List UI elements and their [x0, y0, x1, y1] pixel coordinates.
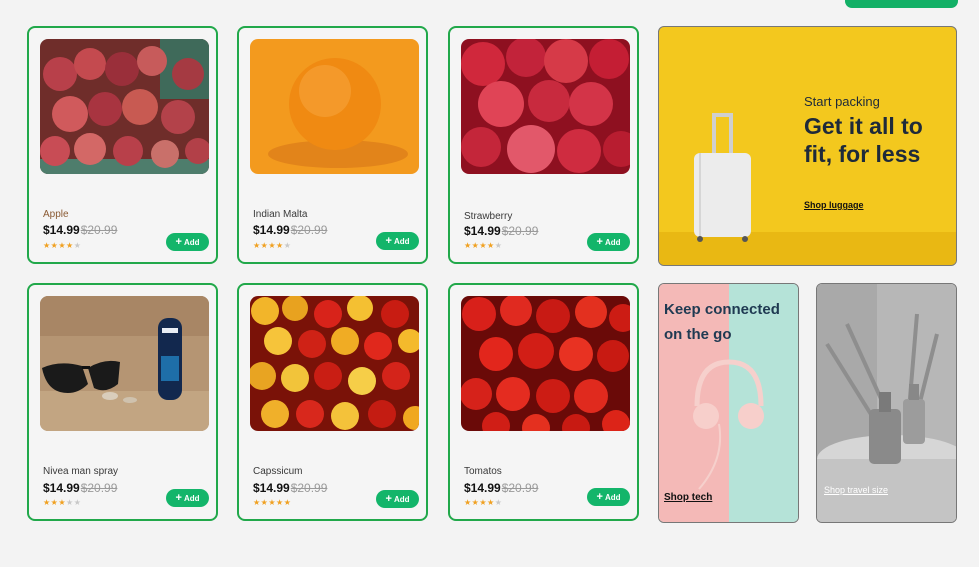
top-action-button[interactable] [845, 0, 958, 8]
plus-icon: + [385, 235, 392, 247]
plus-icon: + [596, 491, 603, 503]
product-price: $14.99$20.99 [43, 223, 118, 237]
add-to-cart-button[interactable]: + Add [376, 490, 419, 508]
product-name: Indian Malta [253, 209, 308, 220]
star-icon: ★★★ [43, 498, 67, 507]
shop-tech-link[interactable]: Shop tech [664, 492, 712, 503]
product-image-orange[interactable] [250, 39, 419, 174]
rating-stars: ★★★★★ [253, 241, 291, 250]
star-icon: ★ [494, 241, 503, 250]
promo-headline: Get it all to fit, for less [804, 113, 923, 167]
product-old-price: $20.99 [290, 481, 328, 495]
product-card[interactable]: Tomatos $14.99$20.99 ★★★★★ + Add [448, 283, 639, 521]
product-old-price: $20.99 [290, 223, 328, 237]
star-icon: ★★★★ [253, 241, 284, 250]
product-old-price: $20.99 [501, 481, 539, 495]
star-icon: ★★★★ [464, 241, 495, 250]
add-to-cart-button[interactable]: + Add [166, 489, 209, 507]
product-name: Tomatos [464, 466, 502, 477]
product-card[interactable]: Capssicum $14.99$20.99 ★★★★★ + Add [237, 283, 428, 521]
rating-stars: ★★★★★ [253, 498, 291, 507]
rating-stars: ★★★★★ [464, 241, 502, 250]
rating-stars: ★★★★★ [464, 498, 502, 507]
star-icon: ★★★★ [43, 241, 74, 250]
star-icon: ★ [494, 498, 503, 507]
product-name: Capssicum [253, 466, 303, 477]
product-card[interactable]: Apple $14.99$20.99 ★★★★★ + Add [27, 26, 218, 264]
star-icon: ★ [73, 241, 82, 250]
add-to-cart-button[interactable]: + Add [376, 232, 419, 250]
product-price: $14.99$20.99 [253, 481, 328, 495]
product-image-apple[interactable] [40, 39, 209, 174]
star-icon: ★★★★ [464, 498, 495, 507]
product-old-price: $20.99 [501, 224, 539, 238]
product-name: Nivea man spray [43, 466, 119, 477]
star-icon: ★ [283, 241, 292, 250]
plus-icon: + [385, 493, 392, 505]
product-old-price: $20.99 [80, 223, 118, 237]
add-to-cart-button[interactable]: + Add [166, 233, 209, 251]
product-price: $14.99$20.99 [253, 223, 328, 237]
product-image-peppers[interactable] [250, 296, 419, 431]
product-price: $14.99$20.99 [43, 481, 118, 495]
product-name: Apple [43, 209, 69, 220]
shop-travel-size-link[interactable]: Shop travel size [824, 485, 888, 495]
promo-kicker: Start packing [804, 94, 880, 109]
promo-headline: Keep connected on the go [664, 301, 780, 343]
product-price: $14.99$20.99 [464, 481, 539, 495]
plus-icon: + [175, 492, 182, 504]
product-card[interactable]: Strawberry $14.99$20.99 ★★★★★ + Add [448, 26, 639, 264]
product-card[interactable]: Nivea man spray $14.99$20.99 ★★★★★ + Add [27, 283, 218, 521]
plus-icon: + [175, 236, 182, 248]
rating-stars: ★★★★★ [43, 241, 81, 250]
product-name: Strawberry [464, 211, 513, 222]
promo-luggage[interactable]: Start packing Get it all to fit, for les… [658, 26, 957, 266]
plus-icon: + [596, 236, 603, 248]
product-card[interactable]: Indian Malta $14.99$20.99 ★★★★★ + Add [237, 26, 428, 264]
promo-travel[interactable]: Shop travel size [816, 283, 957, 523]
product-image-tomatoes[interactable] [461, 296, 630, 431]
product-image-raspberries[interactable] [461, 39, 630, 174]
add-to-cart-button[interactable]: + Add [587, 233, 630, 251]
star-icon: ★★ [66, 498, 82, 507]
product-price: $14.99$20.99 [464, 224, 539, 238]
add-to-cart-button[interactable]: + Add [587, 488, 630, 506]
promo-tech[interactable]: Keep connected on the go Shop tech [658, 283, 799, 523]
shop-luggage-link[interactable]: Shop luggage [804, 200, 864, 210]
rating-stars: ★★★★★ [43, 498, 81, 507]
star-icon: ★★★★★ [253, 498, 292, 507]
product-old-price: $20.99 [80, 481, 118, 495]
product-image-nivea[interactable] [40, 296, 209, 431]
